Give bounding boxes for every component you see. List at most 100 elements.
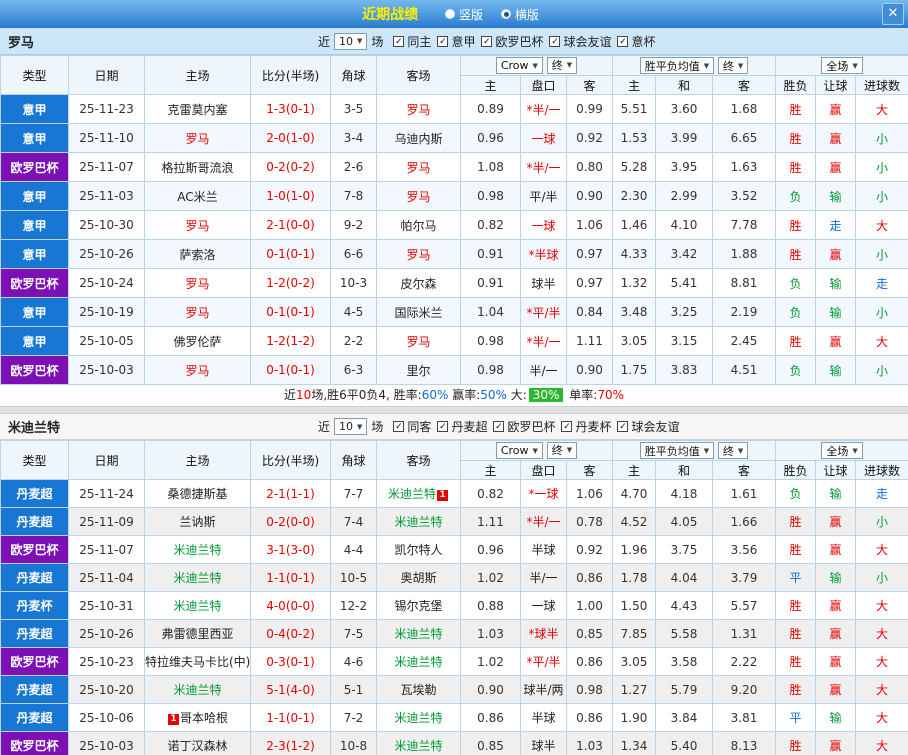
goals-result-cell: 小	[856, 356, 908, 385]
summary-text: 赢率:	[448, 388, 480, 402]
match-row: 丹麦杯25-10-31米迪兰特4-0(0-0)12-2锡尔克堡0.88一球1.0…	[1, 592, 908, 620]
team-cell: 弗雷德里西亚	[145, 620, 251, 648]
chevron-down-icon: ▼	[852, 62, 857, 70]
wdl-odds-draw: 3.15	[656, 327, 713, 356]
team-cell: AC米兰	[145, 182, 251, 211]
close-button[interactable]: ✕	[882, 3, 904, 25]
result-cell: 胜	[776, 620, 816, 648]
team-name: 奥胡斯	[400, 571, 436, 585]
results-group: 全场 ▼	[776, 441, 908, 461]
col-handicap-away: 客	[567, 461, 613, 480]
wdl-time-select[interactable]: 终 ▼	[718, 442, 748, 459]
checkbox-label: 意甲	[451, 33, 475, 50]
match-score: 0-2(0-2)	[251, 153, 331, 182]
filter-checkbox-球会友谊[interactable]: ✓球会友谊	[617, 418, 679, 435]
goals-result-cell: 小	[856, 508, 908, 536]
competition-badge: 丹麦杯	[1, 592, 69, 620]
filter-checkbox-欧罗巴杯[interactable]: ✓欧罗巴杯	[493, 418, 555, 435]
result-cell: 平	[776, 704, 816, 732]
layout-horizontal-radio[interactable]: 横版	[501, 6, 539, 23]
team-cell: 米迪兰特1	[377, 480, 461, 508]
team-name: 格拉斯哥流浪	[161, 161, 233, 175]
scope-select[interactable]: 全场 ▼	[821, 57, 862, 74]
bookmaker-select[interactable]: Crow ▼	[496, 442, 543, 459]
handicap-odds-away: 1.03	[567, 732, 613, 755]
team-name: 萨索洛	[179, 248, 215, 262]
match-date: 25-10-23	[69, 648, 145, 676]
wdl-odds-home: 1.78	[613, 564, 656, 592]
checkbox-label: 同主	[407, 33, 431, 50]
handicap-line: 球半	[521, 732, 567, 755]
wdl-average-select[interactable]: 胜平负均值 ▼	[640, 442, 714, 459]
bookmaker-select[interactable]: Crow ▼	[496, 57, 543, 74]
competition-badge: 欧罗巴杯	[1, 269, 69, 298]
chevron-down-icon: ▼	[357, 423, 362, 431]
goals-result-cell: 小	[856, 298, 908, 327]
col-away: 客场	[377, 56, 461, 95]
wdl-odds-away: 3.79	[713, 564, 776, 592]
wdl-odds-away: 6.65	[713, 124, 776, 153]
team-name: 米迪兰特	[173, 683, 221, 697]
match-count-select[interactable]: 10 ▼	[334, 33, 367, 50]
corners: 2-6	[331, 153, 377, 182]
filter-checkbox-意甲[interactable]: ✓意甲	[437, 33, 475, 50]
match-row: 欧罗巴杯25-11-07米迪兰特3-1(3-0)4-4凯尔特人0.96半球0.9…	[1, 536, 908, 564]
wdl-odds-away: 2.45	[713, 327, 776, 356]
match-row: 丹麦超25-10-061哥本哈根1-1(0-1)7-2米迪兰特0.86半球0.8…	[1, 704, 908, 732]
match-row: 意甲25-11-03AC米兰1-0(1-0)7-8罗马0.98平/半0.902.…	[1, 182, 908, 211]
result-cell: 胜	[776, 732, 816, 755]
filter-checkbox-丹麦超[interactable]: ✓丹麦超	[437, 418, 487, 435]
filter-checkbox-同客[interactable]: ✓同客	[393, 418, 431, 435]
handicap-odds-away: 0.78	[567, 508, 613, 536]
wdl-average-select[interactable]: 胜平负均值 ▼	[640, 57, 714, 74]
wdl-odds-draw: 3.83	[656, 356, 713, 385]
wdl-odds-draw: 3.95	[656, 153, 713, 182]
competition-badge: 欧罗巴杯	[1, 356, 69, 385]
team-name: 国际米兰	[394, 306, 442, 320]
filter-checkbox-球会友谊[interactable]: ✓球会友谊	[549, 33, 611, 50]
team-name: 米迪兰特	[394, 627, 442, 641]
checkbox-label: 意杯	[631, 33, 655, 50]
wdl-time-select[interactable]: 终 ▼	[718, 57, 748, 74]
team-name: 米迪兰特	[394, 711, 442, 725]
goals-result-cell: 小	[856, 153, 908, 182]
handicap-result-cell: 输	[816, 298, 856, 327]
handicap-result-cell: 赢	[816, 620, 856, 648]
competition-badge: 意甲	[1, 124, 69, 153]
filter-checkbox-同主[interactable]: ✓同主	[393, 33, 431, 50]
filter-checkbox-意杯[interactable]: ✓意杯	[617, 33, 655, 50]
wdl-odds-home: 1.46	[613, 211, 656, 240]
handicap-line: *一球	[521, 480, 567, 508]
team-cell: 罗马	[377, 182, 461, 211]
wdl-odds-draw: 4.05	[656, 508, 713, 536]
corners: 10-3	[331, 269, 377, 298]
chevron-down-icon: ▼	[852, 447, 857, 455]
handicap-result-cell: 走	[816, 211, 856, 240]
team-cell: 1哥本哈根	[145, 704, 251, 732]
handicap-odds-home: 0.85	[461, 732, 521, 755]
near-label: 近	[318, 418, 330, 435]
odds-time-select[interactable]: 终 ▼	[547, 442, 577, 459]
chevron-down-icon: ▼	[533, 62, 538, 70]
handicap-line: 球半/两	[521, 676, 567, 704]
chevron-down-icon: ▼	[533, 447, 538, 455]
team-name: 罗马	[185, 364, 209, 378]
match-row: 欧罗巴杯25-10-23特拉维夫马卡比(中)0-3(0-1)4-6米迪兰特1.0…	[1, 648, 908, 676]
team-cell: 国际米兰	[377, 298, 461, 327]
team-name: 米迪兰特	[388, 487, 436, 501]
scope-select[interactable]: 全场 ▼	[821, 442, 862, 459]
handicap-odds-home: 0.98	[461, 356, 521, 385]
corners: 6-3	[331, 356, 377, 385]
result-cell: 负	[776, 269, 816, 298]
match-count-select[interactable]: 10 ▼	[334, 418, 367, 435]
checkbox-label: 球会友谊	[631, 418, 679, 435]
goals-result-cell: 大	[856, 592, 908, 620]
wdl-odds-draw: 5.40	[656, 732, 713, 755]
handicap-odds-away: 0.86	[567, 648, 613, 676]
col-wdl-draw: 和	[656, 76, 713, 95]
filter-checkbox-丹麦杯[interactable]: ✓丹麦杯	[561, 418, 611, 435]
filter-checkbox-欧罗巴杯[interactable]: ✓欧罗巴杯	[481, 33, 543, 50]
handicap-result-cell: 输	[816, 704, 856, 732]
layout-vertical-radio[interactable]: 竖版	[445, 6, 483, 23]
odds-time-select[interactable]: 终 ▼	[547, 57, 577, 74]
